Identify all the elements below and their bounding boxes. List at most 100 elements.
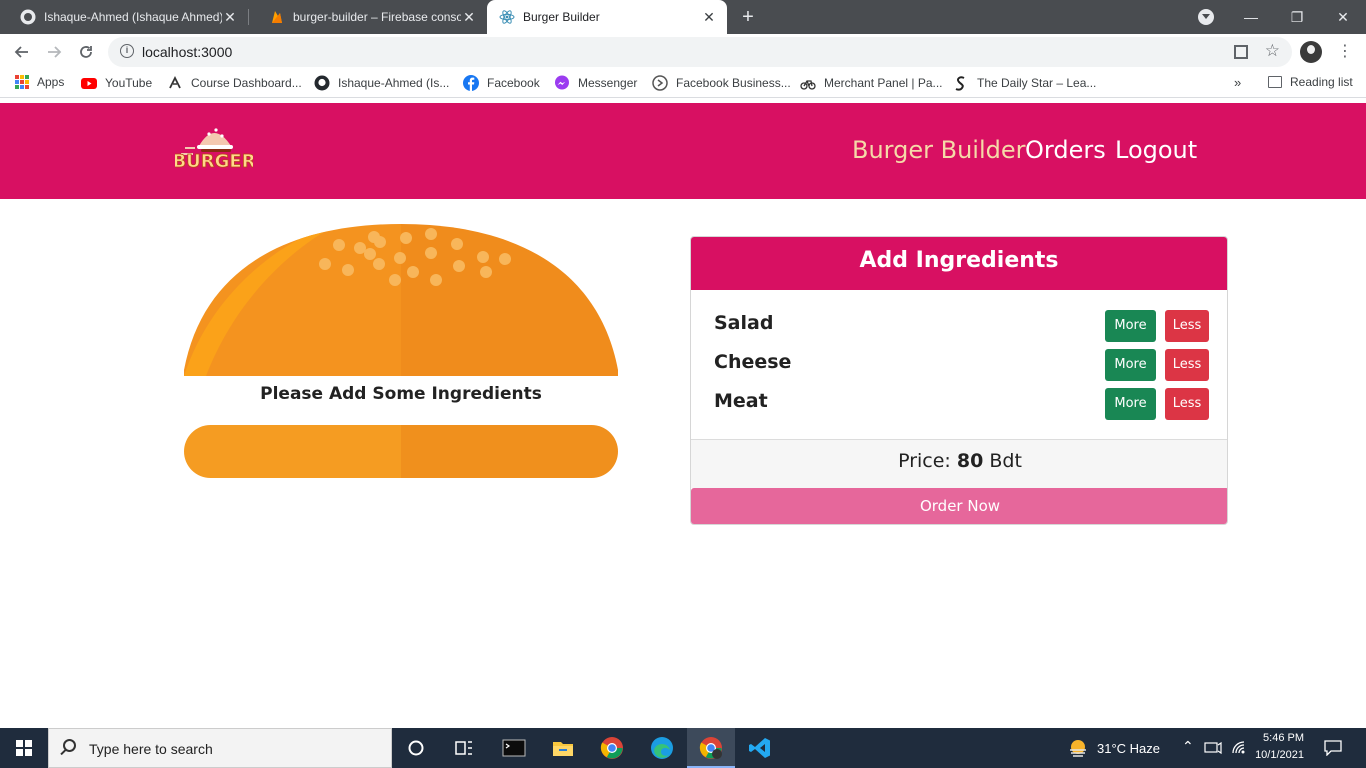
bookmark-github[interactable]: Ishaque-Ahmed (Is... [314, 75, 449, 91]
price-label: Price: [898, 450, 957, 472]
bookmark-label: Course Dashboard... [191, 76, 302, 90]
course-icon [169, 75, 181, 89]
address-bar[interactable]: i localhost:3000 ☆ [108, 37, 1292, 67]
tab-burger-builder[interactable]: Burger Builder ✕ [487, 0, 727, 34]
tray-chevron-up-icon[interactable]: ⌃ [1182, 738, 1194, 755]
wifi-icon[interactable] [1231, 740, 1247, 756]
messenger-icon [555, 75, 569, 90]
price-currency: Bdt [983, 450, 1022, 472]
minimize-button[interactable]: — [1228, 0, 1274, 34]
windows-taskbar: Type here to search 31°C Haze ⌃ 5:46 PM … [0, 728, 1366, 768]
price-display: Price: 80 Bdt [691, 439, 1227, 488]
bookmark-messenger[interactable]: Messenger [554, 75, 637, 91]
card-title: Add Ingredients [691, 237, 1227, 290]
bookmark-facebook[interactable]: Facebook [463, 75, 540, 91]
bookmark-youtube[interactable]: YouTube [81, 75, 152, 91]
taskbar-search[interactable]: Type here to search [48, 728, 392, 768]
salad-more-button[interactable]: More [1105, 310, 1156, 342]
browser-toolbar: i localhost:3000 ☆ ⋮ [0, 34, 1366, 70]
bookmarks-bar: Apps YouTube Course Dashboard... Ishaque… [0, 70, 1366, 98]
bread-top [184, 224, 618, 376]
qr-code-icon[interactable] [1234, 45, 1248, 59]
chrome-profile-icon[interactable] [699, 736, 723, 760]
bookmark-label: The Daily Star – Lea... [977, 76, 1097, 90]
app-navbar: BURGER Burger Builder Orders Logout [0, 103, 1366, 199]
weather-text[interactable]: 31°C Haze [1097, 741, 1160, 756]
terminal-icon[interactable] [502, 736, 526, 760]
ingredient-row-meat: Meat More Less [691, 388, 1227, 420]
arrow-right-icon [48, 46, 62, 58]
ingredient-row-salad: Salad More Less [691, 310, 1227, 342]
empty-burger-message: Please Add Some Ingredients [260, 384, 542, 404]
bookmark-daily-star[interactable]: The Daily Star – Lea... [953, 75, 1096, 91]
tab-close-icon[interactable]: ✕ [701, 9, 717, 26]
reload-icon [80, 46, 92, 58]
new-tab-button[interactable]: + [736, 5, 760, 29]
edge-icon[interactable] [650, 736, 674, 760]
tab-close-icon[interactable]: ✕ [461, 9, 477, 26]
apps-grid-icon [15, 75, 29, 89]
restore-button[interactable]: ❐ [1274, 0, 1320, 34]
svg-text:BURGER: BURGER [175, 151, 253, 172]
chrome-icon[interactable] [600, 736, 624, 760]
tab-title: Ishaque-Ahmed (Ishaque Ahmed) [44, 10, 222, 24]
bookmark-label: Apps [37, 75, 65, 89]
nav-logout[interactable]: Logout [1115, 136, 1197, 164]
ingredient-label: Meat [714, 390, 768, 412]
forward-button[interactable] [40, 38, 68, 66]
bookmark-label: Facebook Business... [676, 76, 791, 90]
bookmark-star-icon[interactable]: ☆ [1265, 41, 1280, 61]
meat-more-button[interactable]: More [1105, 388, 1156, 420]
bookmark-label: Ishaque-Ahmed (Is... [338, 76, 450, 90]
ingredient-controls-card: Add Ingredients Salad More Less Cheese M… [690, 236, 1228, 525]
close-window-button[interactable]: ✕ [1320, 0, 1366, 34]
youtube-icon [81, 78, 97, 89]
reload-button[interactable] [72, 38, 100, 66]
github-icon [20, 9, 36, 25]
bookmark-course-dashboard[interactable]: Course Dashboard... [167, 75, 302, 91]
arrow-left-icon [14, 46, 28, 58]
bookmark-apps[interactable]: Apps [15, 75, 64, 89]
notification-icon[interactable] [1324, 740, 1342, 756]
profile-avatar[interactable] [1300, 41, 1322, 63]
file-explorer-icon[interactable] [551, 736, 575, 760]
bookmark-label: Merchant Panel | Pa... [824, 76, 943, 90]
burger-logo[interactable]: BURGER [175, 118, 253, 176]
cheese-less-button[interactable]: Less [1165, 349, 1209, 381]
github-icon [314, 75, 330, 91]
salad-less-button[interactable]: Less [1165, 310, 1209, 342]
bookmark-merchant-panel[interactable]: Merchant Panel | Pa... [800, 75, 943, 91]
network-icon[interactable] [1204, 740, 1222, 756]
ingredient-label: Cheese [714, 351, 792, 373]
tab-title: burger-builder – Firebase console [293, 10, 461, 24]
ingredient-row-cheese: Cheese More Less [691, 349, 1227, 381]
tab-firebase[interactable]: burger-builder – Firebase console ✕ [249, 0, 487, 34]
react-icon [499, 10, 515, 24]
tab-close-icon[interactable]: ✕ [222, 9, 238, 26]
windows-start-icon[interactable] [16, 740, 32, 756]
tab-search-icon[interactable] [1198, 9, 1214, 25]
cheese-more-button[interactable]: More [1105, 349, 1156, 381]
weather-haze-icon[interactable] [1068, 738, 1088, 758]
clock-date[interactable]: 10/1/2021 [1250, 749, 1304, 761]
task-view-icon[interactable] [452, 736, 476, 760]
more-bookmarks-button[interactable]: » [1234, 75, 1241, 90]
url-text[interactable]: localhost:3000 [142, 44, 232, 60]
cortana-icon[interactable] [404, 736, 428, 760]
meat-less-button[interactable]: Less [1165, 388, 1209, 420]
reading-list-button[interactable]: Reading list [1268, 75, 1353, 89]
meta-business-icon [652, 75, 668, 91]
clock-time[interactable]: 5:46 PM [1250, 732, 1304, 744]
browser-tab-strip: Ishaque-Ahmed (Ishaque Ahmed) ✕ burger-b… [0, 0, 1366, 34]
bookmark-label: Facebook [487, 76, 540, 90]
order-now-button[interactable]: Order Now [691, 488, 1227, 524]
nav-orders[interactable]: Orders [1025, 136, 1106, 164]
reading-list-label: Reading list [1290, 75, 1353, 89]
menu-kebab-icon[interactable]: ⋮ [1337, 41, 1353, 61]
vscode-icon[interactable] [748, 736, 772, 760]
bookmark-facebook-business[interactable]: Facebook Business... [652, 75, 791, 91]
site-info-icon[interactable]: i [120, 44, 134, 58]
back-button[interactable] [8, 38, 36, 66]
nav-burger-builder[interactable]: Burger Builder [852, 136, 1026, 164]
tab-github[interactable]: Ishaque-Ahmed (Ishaque Ahmed) ✕ [0, 0, 248, 34]
